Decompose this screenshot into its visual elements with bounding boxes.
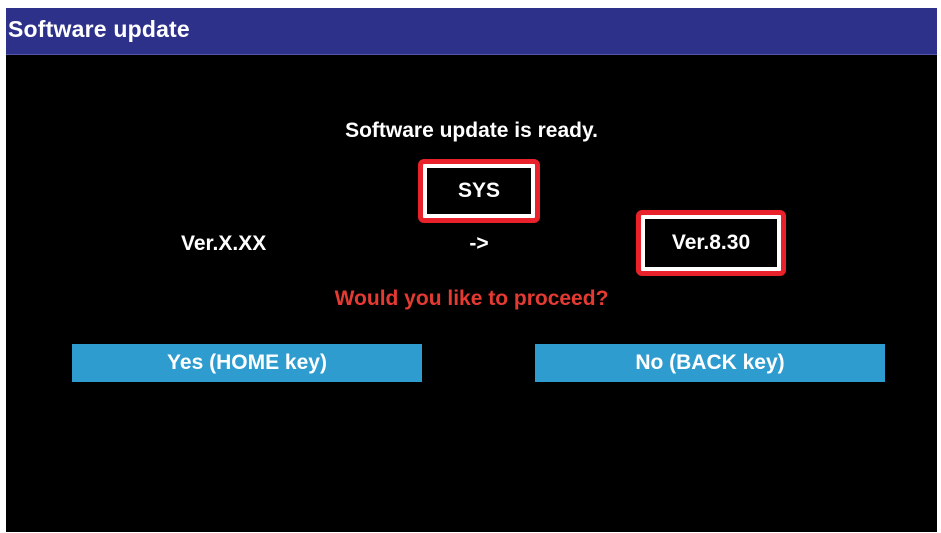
window-title: Software update <box>8 16 190 42</box>
proceed-prompt: Would you like to proceed? <box>334 287 609 310</box>
new-version-highlight: Ver.8.30 <box>636 210 786 276</box>
no-button[interactable]: No (BACK key) <box>535 344 885 382</box>
yes-button[interactable]: Yes (HOME key) <box>72 344 422 382</box>
ready-message: Software update is ready. <box>345 119 598 142</box>
component-highlight: SYS <box>418 159 540 223</box>
current-version: Ver.X.XX <box>181 232 267 255</box>
version-arrow: -> <box>469 232 489 255</box>
new-version: Ver.8.30 <box>645 219 777 267</box>
component-label: SYS <box>427 168 531 214</box>
update-screen: Software update Software update is ready… <box>6 8 937 532</box>
title-bar: Software update <box>6 8 937 55</box>
